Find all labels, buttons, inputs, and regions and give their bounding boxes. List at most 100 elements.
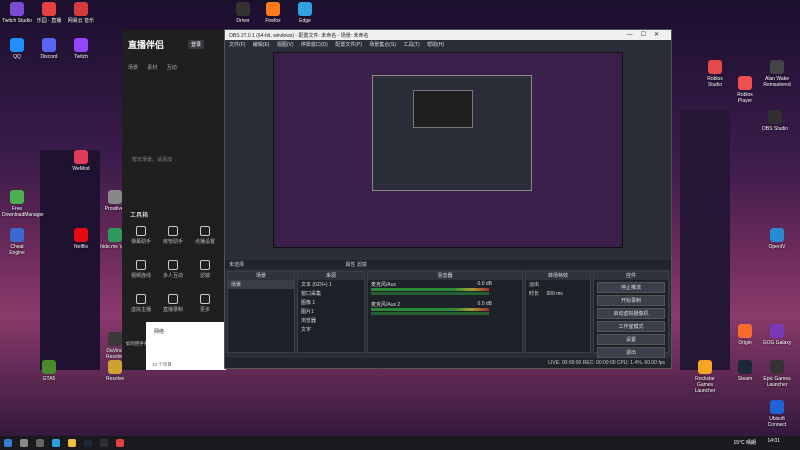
desktop-icon[interactable]: Ubisoft Connect <box>762 400 792 428</box>
desktop-icon[interactable]: Alan Wake Remastered <box>762 60 792 88</box>
toolbox-item[interactable]: 直播录制 <box>160 294 186 313</box>
desktop-icon[interactable]: Steam <box>730 360 760 382</box>
source-item[interactable]: 图片1 <box>298 307 364 316</box>
obs-window: OBS 27.0.1 (64-bit, windows) - 配置文件: 未命名… <box>224 29 672 369</box>
source-item[interactable]: 文本 (GDI+) 1 <box>298 280 364 289</box>
desktop-icon[interactable]: Twitch Studio <box>2 2 32 24</box>
app-icon <box>108 360 122 374</box>
task-view-icon[interactable] <box>36 439 44 447</box>
desktop-icon[interactable]: Roblox Player <box>730 76 760 104</box>
desktop-icon[interactable]: Discord <box>34 38 64 60</box>
edge-icon[interactable] <box>52 439 60 447</box>
toolbox-item[interactable]: 更多 <box>192 294 218 313</box>
desktop-icon[interactable]: Cheat Engine <box>2 228 32 256</box>
control-button[interactable]: 设置 <box>597 334 665 345</box>
volume-slider[interactable] <box>371 312 489 315</box>
tool-icon <box>168 294 178 304</box>
desktop-icon-label: Driver <box>236 18 250 24</box>
duration-row[interactable]: 时长 300 ms <box>526 289 590 298</box>
clock[interactable]: 14:01 <box>767 438 780 444</box>
control-button[interactable]: 工作室模式 <box>597 321 665 332</box>
empty-scene-hint: 暂无场景，请添加 <box>132 157 173 163</box>
desktop-icon[interactable]: Firefox <box>258 2 288 24</box>
taskbar: 15°C 晴朗 14:01 <box>0 436 800 450</box>
tool-label: 多人互动 <box>162 273 183 279</box>
desktop-icon[interactable]: Rockstar Games Launcher <box>690 360 720 394</box>
desktop-icon-label: Discord <box>40 54 58 60</box>
desktop-icon[interactable]: Twitch <box>66 38 96 60</box>
desktop-icon[interactable]: Edge <box>290 2 320 24</box>
desktop-icon[interactable]: 乐园 · 直播 <box>34 2 64 24</box>
control-button[interactable]: 退出 <box>597 347 665 358</box>
toolbox-item[interactable]: 视频连线 <box>128 260 154 279</box>
desktop-icon[interactable]: GOG Galaxy <box>762 324 792 346</box>
file-explorer-icon[interactable] <box>68 439 76 447</box>
mixer-channel-db: 0.0 dB <box>477 301 492 307</box>
obs-preview[interactable] <box>273 52 623 248</box>
source-item[interactable]: 文字 <box>298 325 364 334</box>
mixer-channel[interactable]: 麦克风/Aux 2 0.0 dB <box>368 300 522 320</box>
obs-taskbar-icon[interactable] <box>100 439 108 447</box>
sources-dock: 来源 文本 (GDI+) 1 窗口采集 图像 1 图片1 浏览器 文字 <box>297 271 365 353</box>
control-button[interactable]: 开始录制 <box>597 295 665 306</box>
desktop-icon[interactable]: Free DownloadManager <box>2 190 44 218</box>
tool-label: 视频连线 <box>130 273 151 279</box>
controls-dock: 控件 停止推流 开始录制 启动虚拟摄像机 工作室模式 设置 退出 <box>593 271 669 358</box>
desktop-icon-label: Rockstar Games Launcher <box>694 376 716 394</box>
source-item[interactable]: 窗口采集 <box>298 289 364 298</box>
toolbox-item[interactable]: 虚拟主播 <box>128 294 154 313</box>
duration-value[interactable]: 300 ms <box>546 291 562 297</box>
window-controls[interactable]: —☐✕ <box>627 31 667 38</box>
app-icon <box>42 360 56 374</box>
mixer-dock-title: 混音器 <box>368 272 522 280</box>
control-button[interactable]: 停止推流 <box>597 282 665 293</box>
mixer-dock: 混音器 麦克风/Aux 0.0 dB 麦克风/Aux 2 0.0 dB <box>367 271 523 353</box>
desktop-icon[interactable]: Roblox Studio <box>700 60 730 88</box>
streaming-app-icon[interactable] <box>116 439 124 447</box>
toolbox-item[interactable]: 房管助手 <box>160 226 186 245</box>
desktop-icon[interactable]: OBS Studio <box>760 110 790 132</box>
desktop-icon[interactable]: OpenIV <box>762 228 792 250</box>
desktop-icon[interactable]: Driver <box>228 2 258 24</box>
properties-filters[interactable]: 属性 滤镜 <box>345 262 366 268</box>
tool-label: 更多 <box>199 307 210 313</box>
desktop-icon[interactable]: 网易云 音乐 <box>66 2 96 24</box>
streaming-companion-panel: 直播伴侣 登录 场景 素材 互动 暂无场景，请添加 工具箱 弹幕助手 房管助手 点播… <box>122 30 226 370</box>
tool-icon <box>200 260 210 270</box>
tool-label: 滤镜 <box>199 273 210 279</box>
transition-select[interactable]: 淡出 <box>526 280 590 289</box>
desktop-icon-label: QQ <box>13 54 21 60</box>
mixer-channel[interactable]: 麦克风/Aux 0.0 dB <box>368 280 522 300</box>
start-icon[interactable] <box>4 439 12 447</box>
volume-slider[interactable] <box>371 292 489 295</box>
app-icon <box>236 2 250 16</box>
desktop-icon-label: OBS Studio <box>761 126 789 132</box>
desktop-icon-label: OpenIV <box>768 244 786 250</box>
toolbox-item[interactable]: 弹幕助手 <box>128 226 154 245</box>
scenes-dock-title: 场景 <box>228 272 294 280</box>
toolbox-item[interactable]: 多人互动 <box>160 260 186 279</box>
toolbox-item[interactable]: 点播设置 <box>192 226 218 245</box>
source-item[interactable]: 浏览器 <box>298 316 364 325</box>
desktop-icon[interactable]: GTA5 <box>34 360 64 382</box>
desktop-icon[interactable]: QQ <box>2 38 32 60</box>
steam-icon[interactable] <box>84 439 92 447</box>
scene-item[interactable]: 场景 <box>228 280 294 289</box>
folder-item[interactable]: 网络 <box>154 328 164 335</box>
search-icon[interactable] <box>20 439 28 447</box>
toolbox-item[interactable]: 滤镜 <box>192 260 218 279</box>
desktop-icon[interactable]: Origin <box>730 324 760 346</box>
weather-widget[interactable]: 15°C 晴朗 <box>733 439 756 446</box>
obs-statusbar: LIVE: 00:00:00 REC: 00:00:00 CPU: 1.4%, … <box>225 358 671 368</box>
login-button[interactable]: 登录 <box>188 40 205 49</box>
volume-meter <box>371 288 489 291</box>
desktop-icon[interactable]: Netflix <box>66 228 96 250</box>
control-button[interactable]: 启动虚拟摄像机 <box>597 308 665 319</box>
source-item[interactable]: 图像 1 <box>298 298 364 307</box>
obs-menubar[interactable]: 文件(F) 编辑(E) 视图(V) 停靠窗口(D) 配置文件(P) 场景集合(S… <box>225 40 671 48</box>
desktop-icon[interactable]: WeMod <box>66 150 96 172</box>
panel-tabs[interactable]: 场景 素材 互动 <box>128 64 177 71</box>
desktop-icon[interactable]: Epic Games Launcher <box>762 360 792 388</box>
app-logo: 直播伴侣 <box>128 40 165 50</box>
tool-icon <box>200 294 210 304</box>
